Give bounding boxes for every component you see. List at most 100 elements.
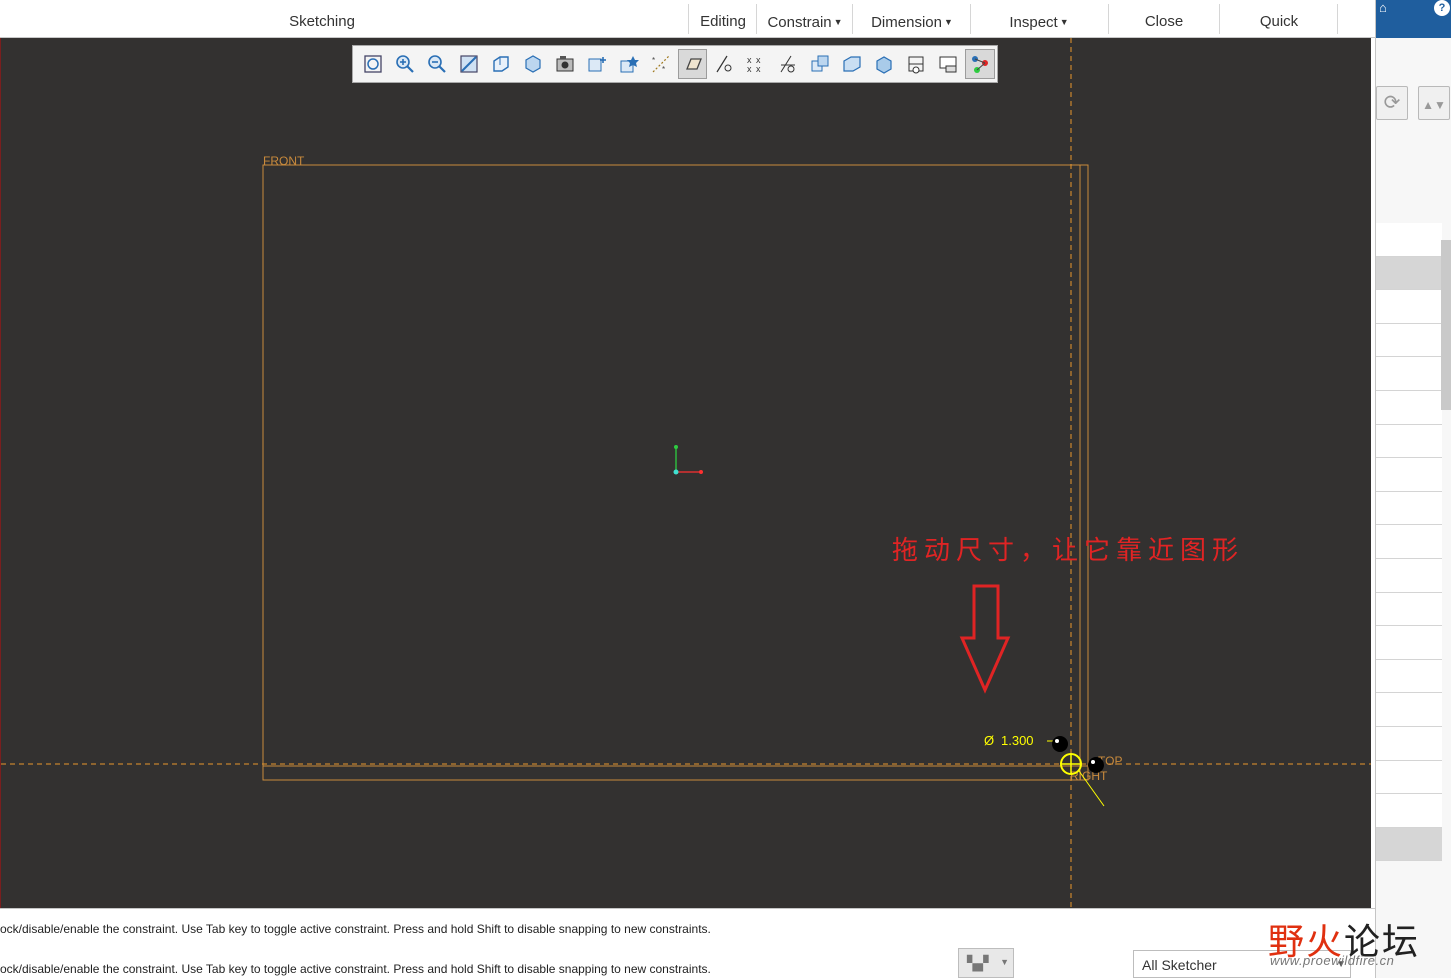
sort-icon: ▲▼ <box>1422 98 1446 112</box>
tab-quick[interactable]: Quick <box>1221 0 1337 38</box>
sketch-view-icon <box>685 58 702 70</box>
disp-verts-icon <box>811 55 829 72</box>
tab-editing[interactable]: Editing <box>690 0 756 38</box>
saved-orientations-button[interactable] <box>518 49 548 79</box>
shading-button[interactable] <box>837 49 867 79</box>
right-panel: ⌂ ? ⟳ ▲▼ <box>1375 0 1451 978</box>
panel-header: ⌂ ? <box>1376 0 1451 38</box>
list-item[interactable] <box>1376 726 1442 761</box>
spin-center-button[interactable] <box>614 49 644 79</box>
tab-constrain[interactable]: Constrain ▼ <box>758 0 852 38</box>
zoom-in-button[interactable] <box>390 49 420 79</box>
tab-sketching[interactable]: Sketching <box>250 0 394 38</box>
message-line: ock/disable/enable the constraint. Use T… <box>0 962 711 976</box>
filter-value: All Sketcher <box>1142 957 1217 973</box>
svg-text:*: * <box>652 56 655 65</box>
sketch-canvas[interactable]: FRONT TOP RIGHT Ø 1.300 <box>1 38 1371 908</box>
drag-handle[interactable] <box>1052 736 1068 752</box>
repaint-icon <box>460 55 478 73</box>
ribbon-separator <box>756 4 757 34</box>
disp-dims-icon <box>716 55 732 73</box>
list-item[interactable] <box>1376 491 1442 526</box>
arrow-down-icon <box>959 584 1011 694</box>
sketcher-display-icon <box>939 56 957 73</box>
ribbon-separator <box>1337 4 1338 34</box>
list-item[interactable] <box>1376 626 1442 660</box>
svg-text:x: x <box>756 64 761 74</box>
binoculars-icon: ▚▞ <box>967 955 989 971</box>
list-item[interactable] <box>1376 223 1442 257</box>
sketched-circle[interactable] <box>1060 753 1082 775</box>
annotation-display-button[interactable] <box>965 49 996 79</box>
disp-verts-button[interactable] <box>805 49 835 79</box>
appearance-icon <box>588 57 606 72</box>
list-item[interactable] <box>1376 323 1442 358</box>
find-button[interactable]: ▚▞ ▼ <box>958 948 1014 978</box>
tab-close[interactable]: Close <box>1110 0 1218 38</box>
display-style-icon <box>493 56 509 72</box>
spin-center-icon <box>620 56 639 73</box>
svg-text:*: * <box>662 65 665 74</box>
appearance-button[interactable] <box>582 49 612 79</box>
saved-orientations-icon <box>525 55 541 73</box>
display-style-button[interactable] <box>486 49 516 79</box>
ribbon-separator <box>1219 4 1220 34</box>
scrollbar[interactable] <box>1441 240 1451 410</box>
list-item[interactable] <box>1376 390 1442 425</box>
list-item[interactable] <box>1376 827 1442 862</box>
drag-handle[interactable] <box>1088 757 1104 773</box>
list-item[interactable] <box>1376 760 1442 795</box>
datum-display-filters-button[interactable]: * * <box>646 49 676 79</box>
annotation-text: 拖动尺寸，让它靠近图形 <box>892 536 1245 566</box>
list-item[interactable] <box>1376 458 1442 492</box>
view-manager-icon <box>556 56 574 72</box>
perspective-icon <box>876 56 892 74</box>
list-item[interactable] <box>1376 357 1442 391</box>
list-item[interactable] <box>1376 693 1442 727</box>
disp-constraints-icon: x xx x <box>747 55 761 74</box>
zoom-out-icon <box>428 55 446 73</box>
list-item[interactable] <box>1376 592 1442 627</box>
sketch-view-button[interactable] <box>677 49 708 79</box>
ribbon-separator <box>1108 4 1109 34</box>
front-plane-label: FRONT <box>263 154 305 168</box>
list-item[interactable] <box>1376 794 1442 828</box>
message-line: ock/disable/enable the constraint. Use T… <box>0 922 711 936</box>
disp-constraints-button[interactable]: xxxx <box>741 49 771 79</box>
view-manager-button[interactable] <box>550 49 580 79</box>
refresh-button[interactable]: ⟳ <box>1376 86 1408 120</box>
disp-grid-button[interactable] <box>773 49 803 79</box>
locked-dims-icon <box>908 56 924 74</box>
refit-button[interactable] <box>358 49 388 79</box>
chevron-down-icon: ▼ <box>833 17 843 27</box>
tab-dimension[interactable]: Dimension ▼ <box>854 0 970 38</box>
tab-inspect[interactable]: Inspect ▼ <box>972 0 1106 38</box>
graphics-toolbar: * * x x x x <box>352 45 998 83</box>
chevron-down-icon: ▼ <box>1059 17 1069 27</box>
csys-triad-icon <box>673 445 703 475</box>
list-item[interactable] <box>1376 424 1442 459</box>
locked-dims-button[interactable] <box>901 49 931 79</box>
disp-dims-button[interactable] <box>709 49 739 79</box>
zoom-out-button[interactable] <box>422 49 452 79</box>
home-icon[interactable]: ⌂ <box>1379 0 1395 16</box>
dimension-value[interactable]: 1.300 <box>1001 733 1034 748</box>
list-item[interactable] <box>1376 525 1442 559</box>
graphics-window[interactable]: FRONT TOP RIGHT Ø 1.300 <box>0 38 1371 908</box>
watermark-url: www.proewildfire.cn <box>1270 953 1395 968</box>
right-plane-label: RIGHT <box>1070 769 1108 783</box>
annotation-display-icon <box>972 56 989 73</box>
chevron-down-icon: ▼ <box>1000 957 1009 967</box>
list-item[interactable] <box>1376 659 1442 694</box>
perspective-button[interactable] <box>869 49 899 79</box>
dimension-symbol: Ø <box>984 733 994 748</box>
sort-button[interactable]: ▲▼ <box>1418 86 1450 120</box>
list-item[interactable] <box>1376 256 1442 291</box>
list-item[interactable] <box>1376 558 1442 593</box>
shading-icon <box>843 56 861 72</box>
disp-grid-icon <box>780 55 796 73</box>
help-icon[interactable]: ? <box>1434 0 1450 16</box>
repaint-button[interactable] <box>454 49 484 79</box>
list-item[interactable] <box>1376 290 1442 324</box>
sketcher-display-button[interactable] <box>933 49 963 79</box>
